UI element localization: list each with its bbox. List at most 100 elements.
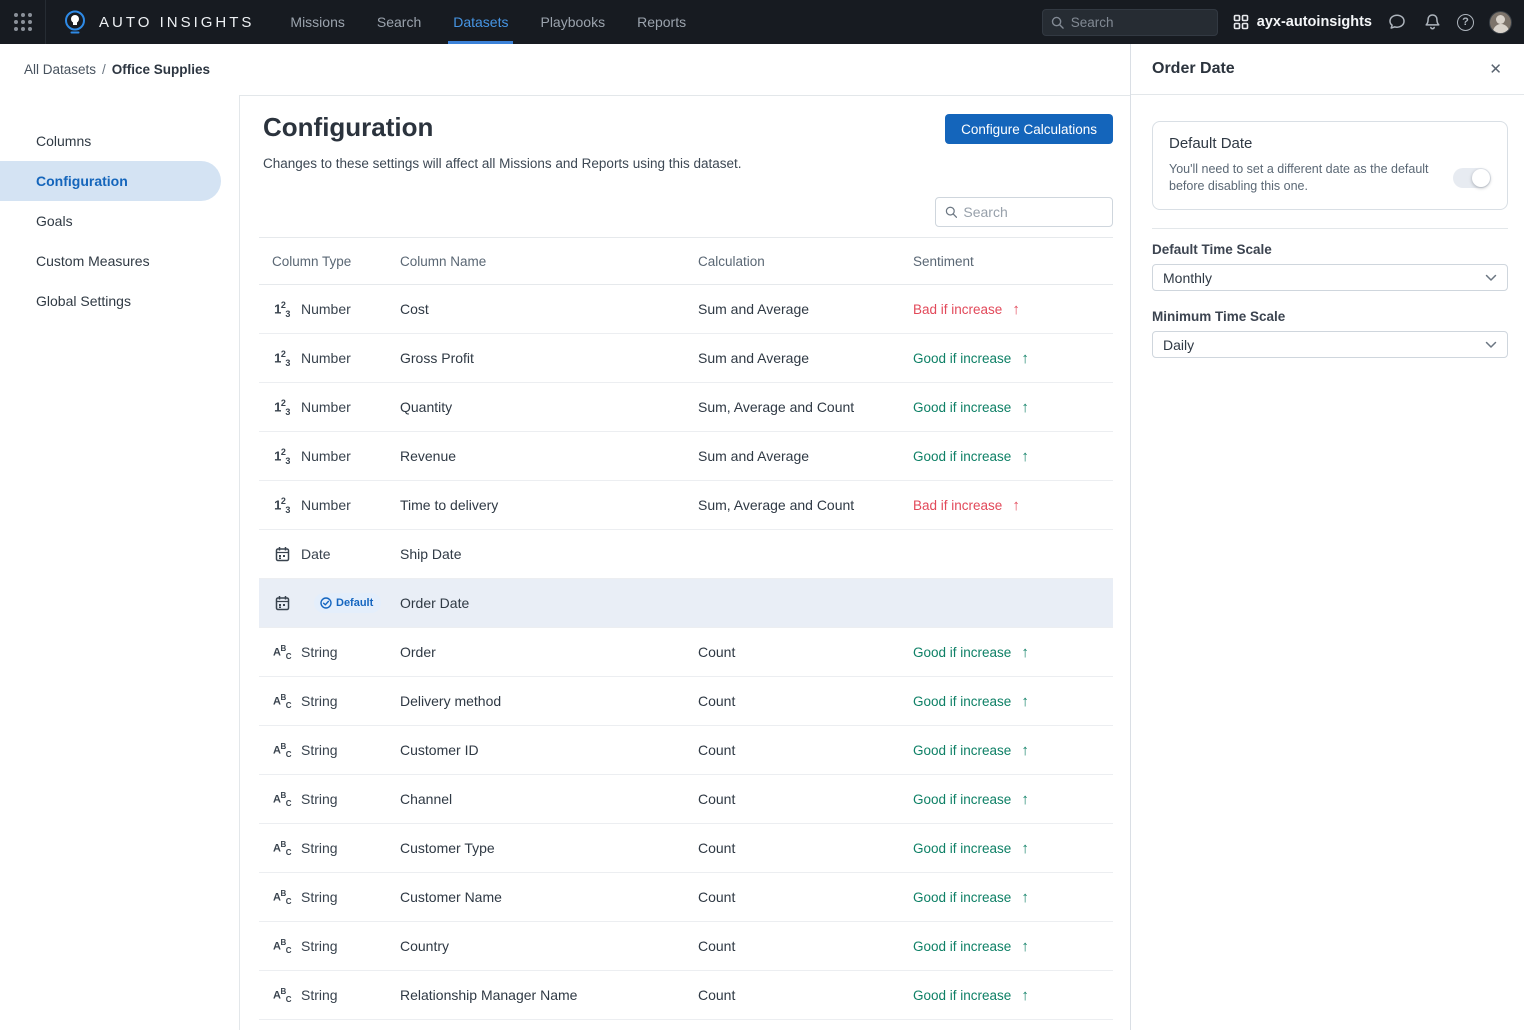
arrow-up-icon: ↑ <box>1021 987 1029 1004</box>
table-row[interactable]: ABCStringRelationship Manager NameCountG… <box>259 971 1113 1020</box>
sidebar-item-custom-measures[interactable]: Custom Measures <box>0 241 221 281</box>
table-search[interactable] <box>935 197 1113 227</box>
column-type-label: Number <box>301 301 351 317</box>
sentiment-value: Good if increase↑ <box>913 693 1113 710</box>
table-row[interactable]: 123NumberGross ProfitSum and AverageGood… <box>259 334 1113 383</box>
sentiment-value: Good if increase ↑ <box>913 889 1113 906</box>
sentiment-value: Good if increase↑ <box>913 448 1113 465</box>
column-type-cell: ABC String <box>272 840 400 857</box>
default-time-scale-value: Monthly <box>1163 270 1212 286</box>
app-launcher-icon[interactable] <box>0 0 45 44</box>
sidebar-item-configuration[interactable]: Configuration <box>0 161 221 201</box>
table-row[interactable]: ABCStringCustomer IDCountGood if increas… <box>259 726 1113 775</box>
chevron-down-icon <box>1485 341 1497 349</box>
close-icon[interactable]: ✕ <box>1489 62 1502 77</box>
calculation-value: Count <box>698 938 913 954</box>
column-type-label: String <box>301 840 338 856</box>
column-name: Delivery method <box>400 693 698 709</box>
table-row[interactable]: ABCStringCustomer TypeCountGood if incre… <box>259 824 1113 873</box>
brand-title: AUTO INSIGHTS <box>99 14 254 31</box>
nav-item-datasets[interactable]: Datasets <box>448 0 513 44</box>
default-time-scale-select[interactable]: Monthly <box>1152 264 1508 291</box>
sentiment-value: Good if increase↑ <box>913 350 1113 367</box>
table-row[interactable]: DefaultOrder Date <box>259 579 1113 628</box>
table-row[interactable]: 123NumberTime to deliverySum, Average an… <box>259 481 1113 530</box>
default-date-title: Default Date <box>1169 135 1491 152</box>
table-row[interactable]: ABCStringCustomer NameCountGood if incre… <box>259 873 1113 922</box>
nav-item-search[interactable]: Search <box>372 0 426 44</box>
column-type-cell: Default <box>272 593 400 613</box>
configuration-main: Configuration Configure Calculations Cha… <box>240 95 1130 1030</box>
number-type-icon: 123 <box>272 447 292 466</box>
sidebar-item-columns[interactable]: Columns <box>0 121 221 161</box>
column-name: Customer ID <box>400 742 698 758</box>
chat-icon[interactable] <box>1387 12 1407 32</box>
arrow-up-icon: ↑ <box>1021 889 1029 906</box>
page-subtitle: Changes to these settings will affect al… <box>263 156 1113 171</box>
calculation-value: Count <box>698 791 913 807</box>
sentiment-value: Bad if increase↑ <box>913 497 1113 514</box>
string-type-icon: ABC <box>272 693 292 710</box>
sidebar-item-goals[interactable]: Goals <box>0 201 221 241</box>
column-name: Channel <box>400 791 698 807</box>
configure-calculations-button[interactable]: Configure Calculations <box>945 114 1113 144</box>
calculation-value: Sum and Average <box>698 448 913 464</box>
table-row[interactable]: 123NumberQuantitySum, Average and CountG… <box>259 383 1113 432</box>
workspace-name: ayx-autoinsights <box>1257 14 1372 30</box>
string-type-icon: ABC <box>272 987 292 1004</box>
column-name: Relationship Manager Name <box>400 987 698 1003</box>
date-type-icon <box>272 595 292 611</box>
number-type-icon: 123 <box>272 349 292 368</box>
calculation-value: Sum, Average and Count <box>698 399 913 415</box>
table-search-input[interactable] <box>963 204 1103 220</box>
table-row[interactable]: 123NumberCostSum and AverageBad if incre… <box>259 285 1113 334</box>
panel-title: Order Date <box>1152 60 1235 78</box>
breadcrumb-all-datasets[interactable]: All Datasets <box>24 62 96 77</box>
help-icon[interactable]: ? <box>1457 14 1474 31</box>
default-time-scale-label: Default Time Scale <box>1152 242 1508 257</box>
column-type-label: Date <box>301 546 331 562</box>
global-search[interactable] <box>1042 9 1218 36</box>
column-type-cell: Date <box>272 546 400 562</box>
table-row[interactable]: ABCStringDelivery methodCountGood if inc… <box>259 677 1113 726</box>
search-icon <box>945 205 957 219</box>
column-type-cell: ABCString <box>272 889 400 906</box>
nav-item-reports[interactable]: Reports <box>632 0 691 44</box>
auto-insights-logo[interactable] <box>62 9 88 35</box>
sentiment-value: Good if increase↑ <box>913 399 1113 416</box>
nav-item-missions[interactable]: Missions <box>285 0 349 44</box>
table-row[interactable]: 123NumberRevenueSum and AverageGood if i… <box>259 432 1113 481</box>
table-row[interactable]: ABCStringOrderCountGood if increase↑ <box>259 628 1113 677</box>
sentiment-value: Good if increase↑ <box>913 938 1113 955</box>
table-row[interactable]: ABCStringChannelCountGood if increase↑ <box>259 775 1113 824</box>
notifications-bell-icon[interactable] <box>1422 12 1442 32</box>
workspace-switcher[interactable]: ayx-autoinsights <box>1233 14 1372 30</box>
column-type-label: String <box>301 987 338 1003</box>
column-name: Order Date <box>400 595 698 611</box>
column-type-cell: ABCString <box>272 938 400 955</box>
sidebar-item-global-settings[interactable]: Global Settings <box>0 281 221 321</box>
default-date-toggle[interactable] <box>1453 168 1491 188</box>
column-type-cell: 123Number <box>272 496 400 515</box>
sentiment-label: Good if increase <box>913 890 1011 905</box>
string-type-icon: ABC <box>272 938 292 955</box>
sentiment-value: Good if increase↑ <box>913 742 1113 759</box>
string-type-icon: ABC <box>272 840 292 857</box>
user-avatar[interactable] <box>1489 11 1512 34</box>
calculation-value: Sum and Average <box>698 301 913 317</box>
sentiment-label: Good if increase <box>913 841 1011 856</box>
nav-item-playbooks[interactable]: Playbooks <box>535 0 610 44</box>
global-search-input[interactable] <box>1071 15 1209 30</box>
table-row[interactable]: DateShip Date <box>259 530 1113 579</box>
order-date-panel: Order Date ✕ Default Date You'll need to… <box>1130 44 1524 1030</box>
table-row[interactable]: ABCStringCountryCountGood if increase↑ <box>259 922 1113 971</box>
sentiment-label: Bad if increase <box>913 302 1002 317</box>
minimum-time-scale-select[interactable]: Daily <box>1152 331 1508 358</box>
header-calculation: Calculation <box>698 254 913 269</box>
breadcrumb: All Datasets / Office Supplies <box>0 44 1130 95</box>
default-date-description: You'll need to set a different date as t… <box>1169 161 1441 195</box>
column-type-label: String <box>301 693 338 709</box>
column-type-label: String <box>301 742 338 758</box>
column-type-cell: ABC String <box>272 987 400 1004</box>
calculation-value: Sum, Average and Count <box>698 497 913 513</box>
